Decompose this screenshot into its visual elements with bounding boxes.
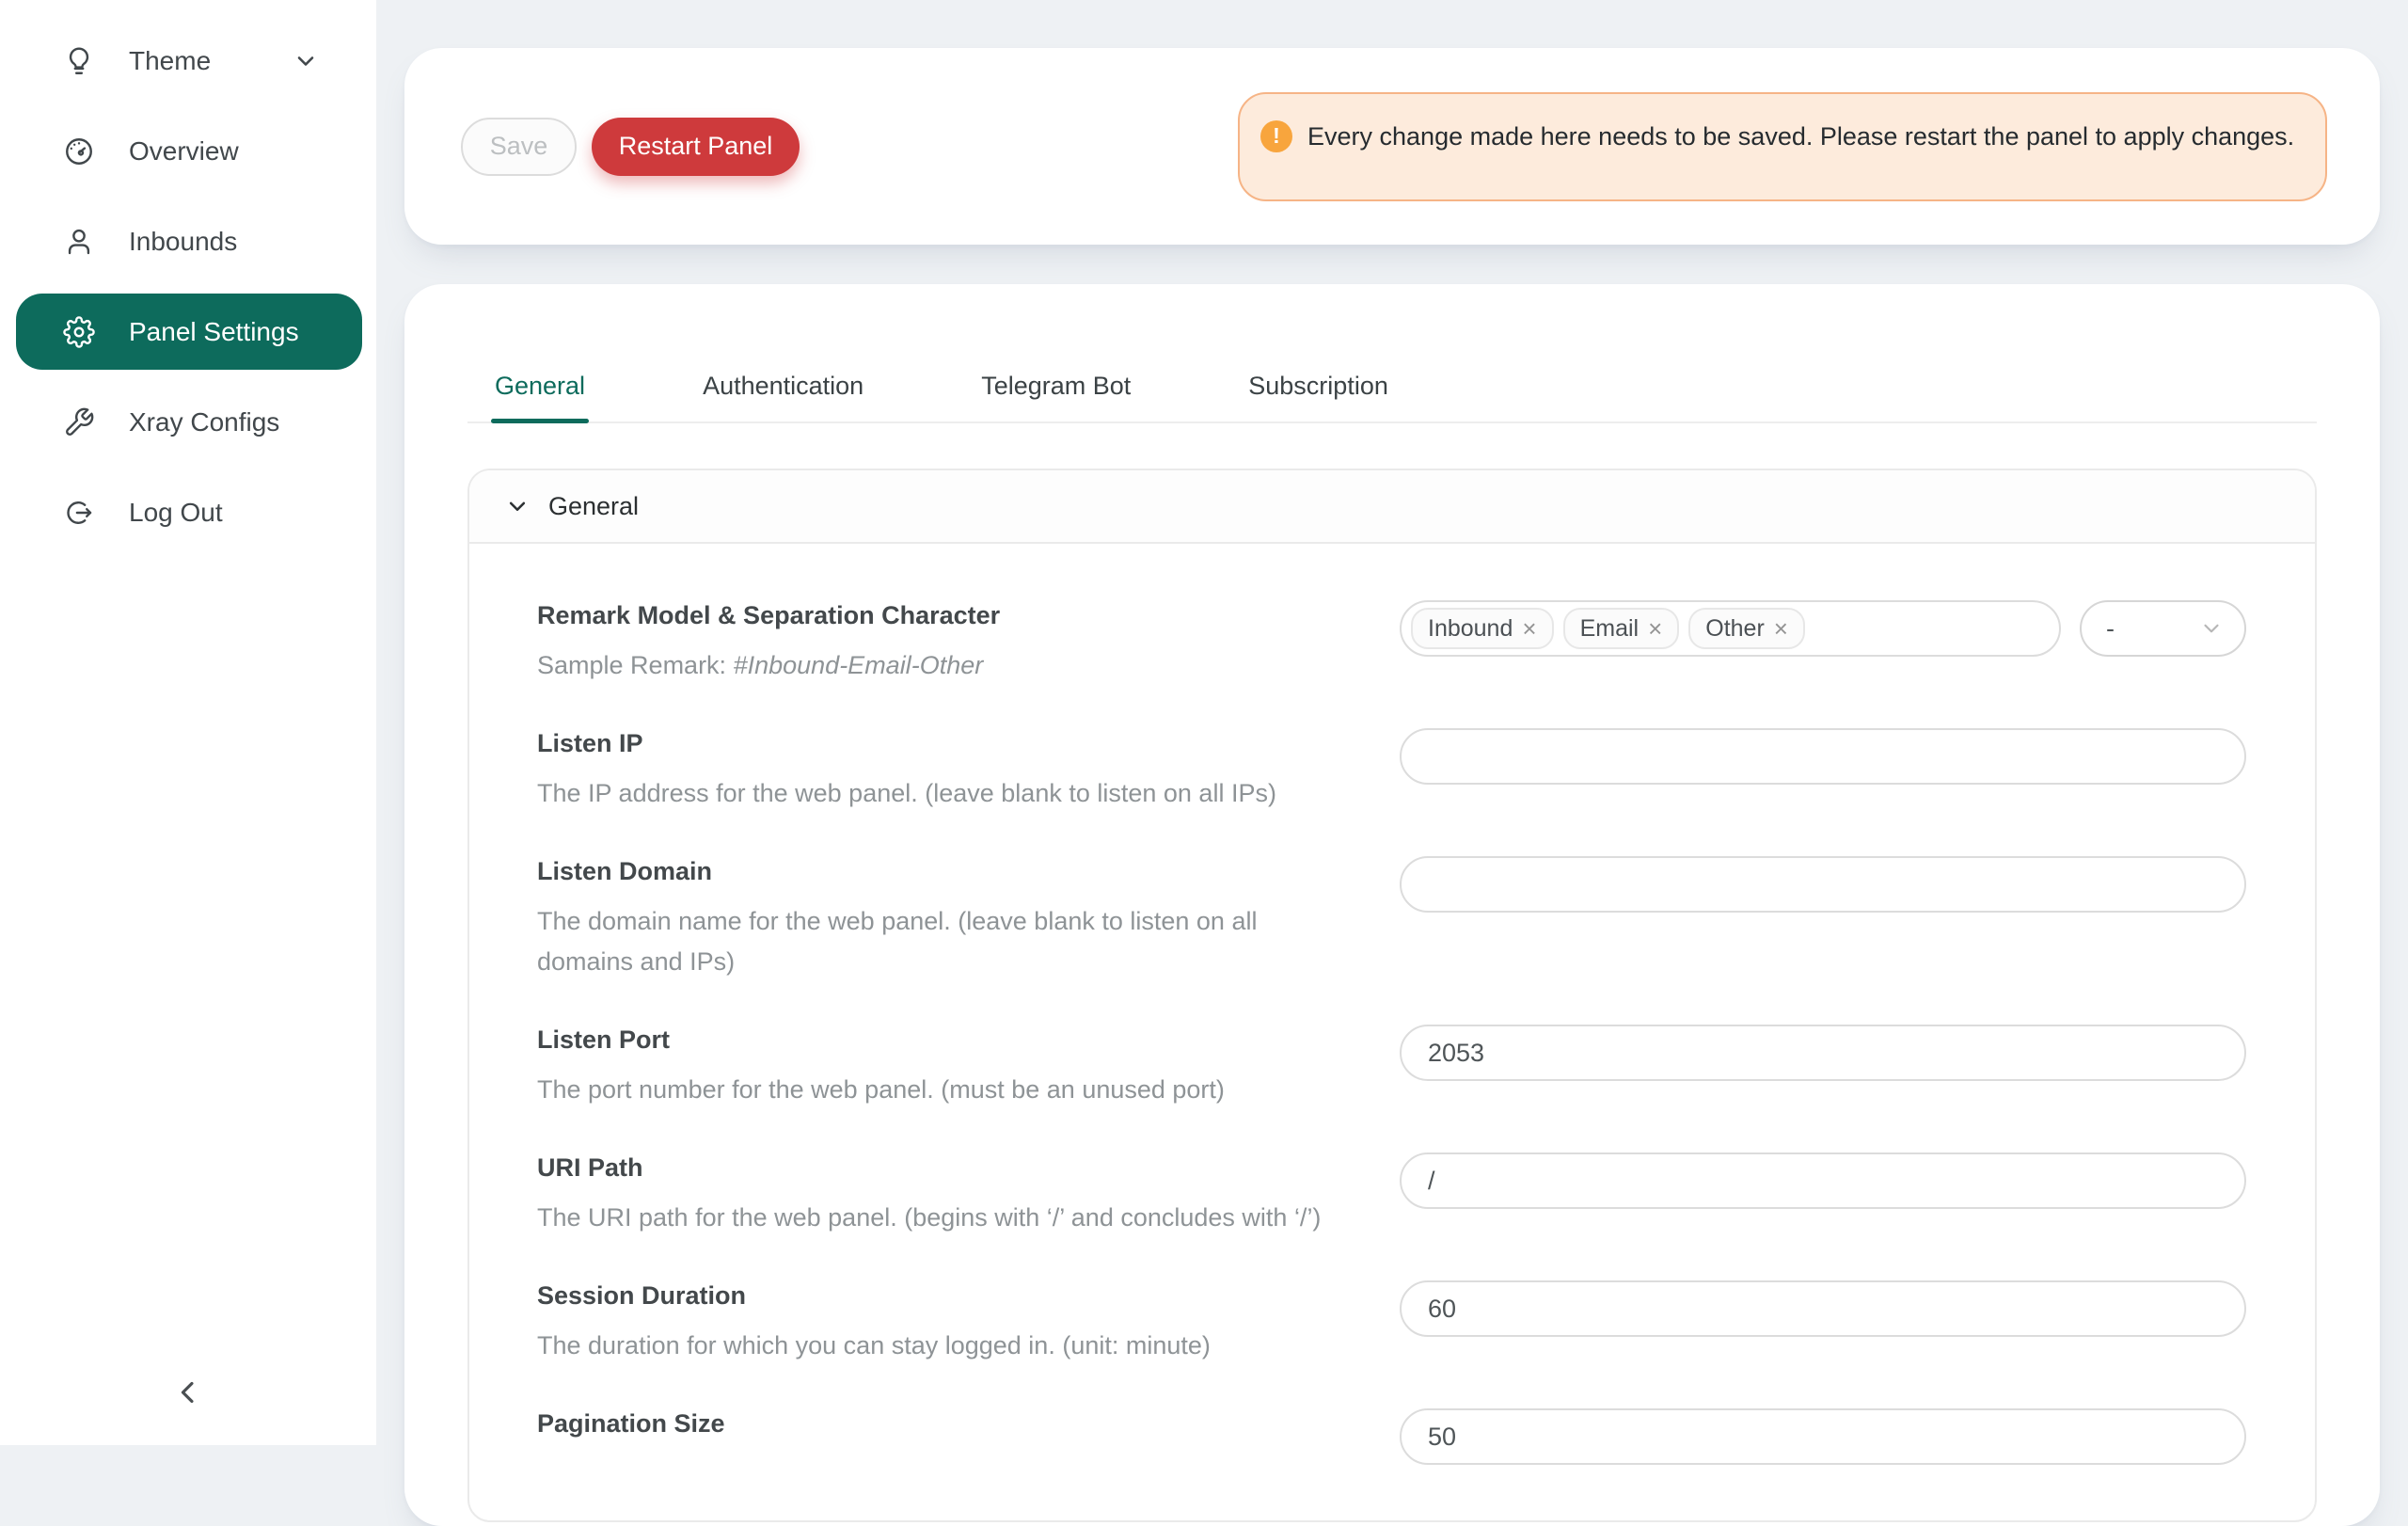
sidebar-item-log-out[interactable]: Log Out xyxy=(16,474,362,550)
field-description: The port number for the web panel. (must… xyxy=(537,1070,1327,1110)
tab-telegram-bot[interactable]: Telegram Bot xyxy=(981,367,1131,421)
panel-title: General xyxy=(548,492,639,521)
main-content: Save Restart Panel ! Every change made h… xyxy=(376,0,2408,1445)
chevron-down-icon xyxy=(293,48,319,74)
sidebar-item-label: Overview xyxy=(129,136,239,167)
uri-path-input[interactable] xyxy=(1400,1152,2246,1209)
pagination-size-input[interactable] xyxy=(1400,1408,2246,1465)
sidebar-collapse-button[interactable] xyxy=(158,1362,218,1423)
field-label: Session Duration xyxy=(537,1277,1327,1314)
general-collapse-panel: General Remark Model & Separation Charac… xyxy=(467,469,2317,1522)
form-row-session-duration: Session Duration The duration for which … xyxy=(537,1277,2246,1366)
listen-ip-input[interactable] xyxy=(1400,728,2246,785)
field-label: Listen IP xyxy=(537,724,1327,762)
form-row-remark-model: Remark Model & Separation Character Samp… xyxy=(537,596,2246,686)
listen-domain-input[interactable] xyxy=(1400,856,2246,913)
chevron-down-icon xyxy=(503,492,531,520)
chevron-left-icon xyxy=(170,1375,206,1410)
field-label: URI Path xyxy=(537,1149,1327,1186)
gear-icon xyxy=(63,316,95,348)
field-label: Remark Model & Separation Character xyxy=(537,596,1327,634)
close-icon[interactable]: × xyxy=(1774,616,1788,641)
field-label: Listen Port xyxy=(537,1021,1327,1058)
listen-port-input[interactable] xyxy=(1400,1025,2246,1081)
form-row-listen-ip: Listen IP The IP address for the web pan… xyxy=(537,724,2246,814)
sidebar-item-label: Log Out xyxy=(129,498,223,528)
session-duration-input[interactable] xyxy=(1400,1280,2246,1337)
tag-other: Other × xyxy=(1688,608,1805,649)
tag-inbound: Inbound × xyxy=(1411,608,1554,649)
sidebar-item-panel-settings[interactable]: Panel Settings xyxy=(16,294,362,370)
field-label: Listen Domain xyxy=(537,852,1327,890)
warning-icon: ! xyxy=(1260,120,1292,152)
sidebar-item-label: Xray Configs xyxy=(129,407,279,437)
general-form: Remark Model & Separation Character Samp… xyxy=(469,544,2315,1465)
save-button[interactable]: Save xyxy=(461,118,577,176)
form-row-listen-domain: Listen Domain The domain name for the we… xyxy=(537,852,2246,982)
form-row-pagination-size: Pagination Size xyxy=(537,1405,2246,1465)
field-label: Pagination Size xyxy=(537,1405,1327,1442)
select-value: - xyxy=(2106,614,2115,644)
field-description: The IP address for the web panel. (leave… xyxy=(537,773,1327,814)
field-description: The duration for which you can stay logg… xyxy=(537,1326,1327,1366)
form-row-listen-port: Listen Port The port number for the web … xyxy=(537,1021,2246,1110)
sidebar-item-theme[interactable]: Theme xyxy=(16,23,362,99)
restart-warning-alert: ! Every change made here needs to be sav… xyxy=(1238,92,2327,201)
user-icon xyxy=(63,226,95,258)
close-icon[interactable]: × xyxy=(1648,616,1662,641)
toolbar-card: Save Restart Panel ! Every change made h… xyxy=(404,48,2380,245)
toolbar-buttons: Save Restart Panel xyxy=(461,118,800,176)
sidebar-item-overview[interactable]: Overview xyxy=(16,113,362,189)
sidebar-item-label: Panel Settings xyxy=(129,317,299,347)
tab-authentication[interactable]: Authentication xyxy=(703,367,863,421)
tab-general[interactable]: General xyxy=(495,367,585,421)
remark-model-tags-input[interactable]: Inbound × Email × Other × xyxy=(1400,600,2061,657)
field-description: The domain name for the web panel. (leav… xyxy=(537,901,1327,982)
dashboard-icon xyxy=(63,135,95,167)
sidebar-item-label: Theme xyxy=(129,46,211,76)
form-row-uri-path: URI Path The URI path for the web panel.… xyxy=(537,1149,2246,1238)
tag-email: Email × xyxy=(1563,608,1680,649)
general-panel-header[interactable]: General xyxy=(469,470,2315,544)
field-description: The URI path for the web panel. (begins … xyxy=(537,1198,1327,1238)
sidebar-item-inbounds[interactable]: Inbounds xyxy=(16,203,362,279)
sample-remark: #Inbound-Email-Other xyxy=(734,651,984,679)
alert-text: Every change made here needs to be saved… xyxy=(1307,117,2294,156)
restart-panel-button[interactable]: Restart Panel xyxy=(592,118,800,176)
wrench-icon xyxy=(63,406,95,438)
sidebar-item-xray-configs[interactable]: Xray Configs xyxy=(16,384,362,460)
close-icon[interactable]: × xyxy=(1522,616,1536,641)
separation-character-select[interactable]: - xyxy=(2080,600,2246,657)
chevron-down-icon xyxy=(2199,616,2224,641)
field-description: Sample Remark: #Inbound-Email-Other xyxy=(537,645,1327,686)
settings-card: General Authentication Telegram Bot Subs… xyxy=(404,284,2380,1526)
logout-icon xyxy=(63,497,95,529)
sidebar: Theme Overview Inbounds Panel Settings X… xyxy=(0,0,376,1445)
tab-subscription[interactable]: Subscription xyxy=(1248,367,1388,421)
sidebar-item-label: Inbounds xyxy=(129,227,237,257)
bulb-icon xyxy=(63,45,95,77)
settings-tabs: General Authentication Telegram Bot Subs… xyxy=(467,284,2317,423)
